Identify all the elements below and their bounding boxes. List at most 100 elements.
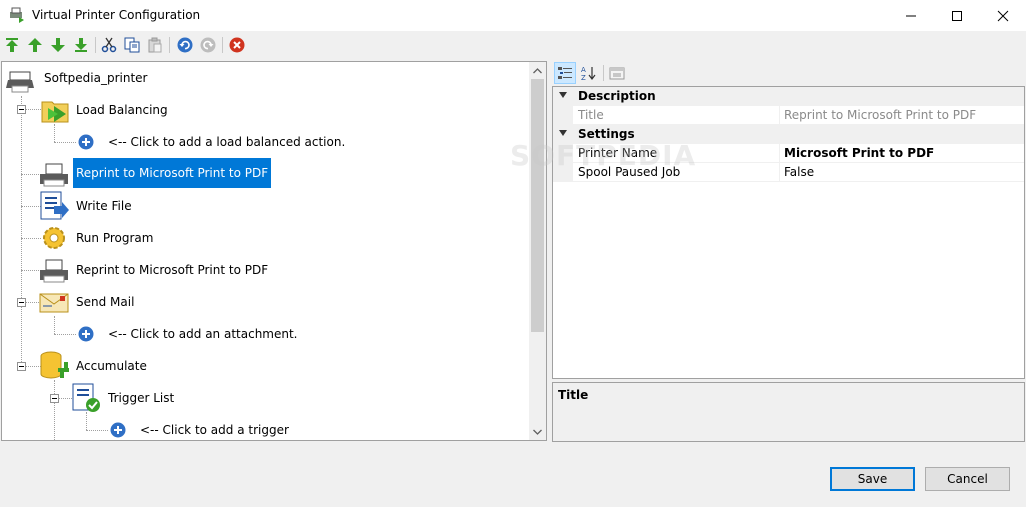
tree-scrollbar[interactable] — [529, 62, 546, 440]
close-button[interactable] — [980, 0, 1026, 31]
collapse-toggle[interactable] — [17, 298, 26, 307]
tree-connector — [86, 430, 108, 431]
svg-text:A: A — [581, 66, 586, 74]
tree-node-label[interactable]: Write File — [73, 196, 135, 216]
arrow-down-icon — [51, 38, 65, 52]
database-add-icon — [38, 350, 70, 382]
sort-az-icon: AZ — [581, 66, 596, 81]
move-to-top-icon — [6, 38, 18, 52]
chevron-up-icon — [533, 67, 542, 73]
alphabetical-button[interactable]: AZ — [577, 62, 599, 84]
tree-connector — [21, 96, 22, 370]
category-row-description[interactable]: Description — [553, 87, 1024, 106]
property-value[interactable]: Microsoft Print to PDF — [780, 144, 1024, 163]
envelope-icon — [38, 286, 70, 318]
printer-app-icon — [9, 7, 25, 23]
categorized-icon — [558, 67, 572, 79]
minimize-icon — [906, 15, 916, 16]
row-margin — [553, 106, 573, 125]
svg-text:Z: Z — [581, 74, 586, 81]
tree-node-label[interactable]: Reprint to Microsoft Print to PDF — [73, 260, 271, 280]
add-icon[interactable] — [78, 134, 94, 150]
help-title: Title — [558, 388, 589, 402]
tree-node-label[interactable]: Reprint to Microsoft Print to PDF — [73, 158, 272, 188]
paste-button — [145, 35, 165, 55]
category-label: Description — [578, 89, 656, 103]
add-trigger-label[interactable]: <-- Click to add a trigger — [137, 420, 292, 440]
property-toolbar: AZ — [552, 61, 1025, 85]
collapse-arrow-icon[interactable] — [559, 92, 567, 98]
scissors-icon — [101, 37, 117, 53]
move-bottom-button[interactable] — [71, 35, 91, 55]
add-icon[interactable] — [110, 422, 126, 438]
toolbar-separator — [222, 37, 223, 53]
move-top-button[interactable] — [2, 35, 22, 55]
collapse-toggle[interactable] — [50, 394, 59, 403]
undo-icon — [177, 37, 193, 53]
add-attachment-label[interactable]: <-- Click to add an attachment. — [105, 324, 301, 344]
copy-button[interactable] — [122, 35, 142, 55]
cancel-button[interactable]: Cancel — [925, 467, 1010, 491]
add-action-label[interactable]: <-- Click to add a load balanced action. — [105, 132, 348, 152]
tree-connector — [54, 124, 55, 142]
property-value[interactable]: Reprint to Microsoft Print to PDF — [780, 106, 1024, 125]
close-icon — [997, 10, 1009, 21]
tree-node-label[interactable]: Load Balancing — [73, 100, 171, 120]
property-pages-icon — [609, 67, 625, 80]
collapse-toggle[interactable] — [17, 362, 26, 371]
write-file-icon — [38, 190, 70, 222]
property-grid[interactable]: Description Title Reprint to Microsoft P… — [552, 86, 1025, 379]
title-bar: Virtual Printer Configuration — [0, 0, 1026, 31]
property-row-title[interactable]: Title Reprint to Microsoft Print to PDF — [553, 106, 1024, 125]
tree-connector — [86, 412, 87, 430]
toolbar-separator — [603, 65, 604, 81]
collapse-toggle[interactable] — [17, 105, 26, 114]
move-up-button[interactable] — [25, 35, 45, 55]
window-title: Virtual Printer Configuration — [32, 8, 201, 22]
tree-node-label[interactable]: Run Program — [73, 228, 156, 248]
cut-button[interactable] — [99, 35, 119, 55]
paste-icon — [148, 37, 162, 53]
load-balancing-icon — [40, 94, 72, 126]
save-button[interactable]: Save — [830, 467, 915, 491]
tree-root-label[interactable]: Softpedia_printer — [41, 68, 151, 88]
printer-icon — [38, 254, 70, 286]
watermark: SOFTPEDIA — [510, 139, 697, 172]
scroll-up-button[interactable] — [529, 62, 546, 79]
copy-icon — [124, 37, 140, 53]
toolbar-separator — [169, 37, 170, 53]
tree-connector — [54, 316, 55, 334]
property-name: Title — [573, 106, 780, 125]
scroll-down-button[interactable] — [529, 423, 546, 440]
tree-connector — [54, 142, 76, 143]
undo-button[interactable] — [175, 35, 195, 55]
redo-button — [198, 35, 218, 55]
delete-button[interactable] — [227, 35, 247, 55]
add-icon[interactable] — [78, 326, 94, 342]
redo-icon — [200, 37, 216, 53]
move-down-button[interactable] — [48, 35, 68, 55]
tree-connector — [54, 334, 76, 335]
action-tree[interactable]: Softpedia_printer Load Balancing <-- Cli… — [1, 61, 547, 441]
minimize-button[interactable] — [888, 0, 934, 31]
maximize-button[interactable] — [934, 0, 980, 31]
property-value[interactable]: False — [780, 163, 1024, 182]
printer-icon — [38, 158, 70, 190]
tree-connector — [54, 380, 55, 440]
move-to-bottom-icon — [75, 38, 87, 52]
maximize-icon — [952, 10, 962, 21]
toolbar — [0, 31, 1026, 59]
chevron-down-icon — [533, 429, 542, 435]
collapse-arrow-icon[interactable] — [559, 130, 567, 136]
toolbar-separator — [95, 37, 96, 53]
categorized-button[interactable] — [554, 62, 576, 84]
delete-icon — [229, 37, 245, 53]
property-panel: AZ Description Title Reprint to Microsof… — [552, 61, 1025, 442]
tree-node-label[interactable]: Send Mail — [73, 292, 137, 312]
scroll-thumb[interactable] — [531, 79, 544, 332]
tree-node-label[interactable]: Trigger List — [105, 388, 177, 408]
tree-node-label[interactable]: Accumulate — [73, 356, 150, 376]
gear-icon — [38, 222, 70, 254]
trigger-list-icon — [70, 382, 102, 414]
property-help-box: Title — [552, 382, 1025, 442]
